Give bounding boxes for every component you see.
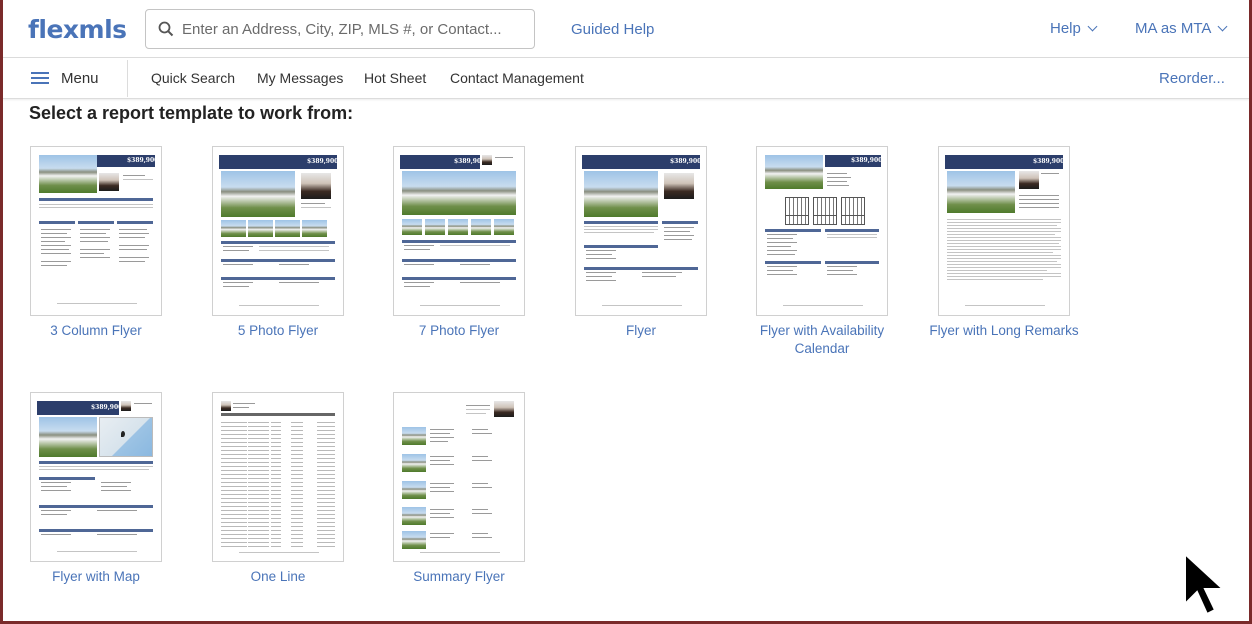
template-thumbnail[interactable]: $389,900 xyxy=(30,146,162,316)
guided-help-link[interactable]: Guided Help xyxy=(571,21,654,38)
thumbnail-price: $389,900 xyxy=(851,157,883,164)
search-box[interactable] xyxy=(145,9,535,49)
help-dropdown[interactable]: Help xyxy=(1050,20,1098,37)
template-label[interactable]: 7 Photo Flyer xyxy=(384,322,534,340)
template-flyer-with-long-remarks[interactable]: $389,900 Flyer with Long Remarks xyxy=(929,146,1079,340)
thumbnail-price: $389,900 xyxy=(1033,158,1065,165)
nav-divider xyxy=(127,60,128,97)
help-label: Help xyxy=(1050,20,1081,37)
app-window: flexmls Guided Help Help MA as MTA Menu … xyxy=(3,0,1249,621)
menu-button[interactable]: Menu xyxy=(31,70,99,87)
template-thumbnail[interactable]: $389,900 xyxy=(30,392,162,562)
template-7-photo-flyer[interactable]: $389,900 7 Photo Flyer xyxy=(393,146,525,340)
template-summary-flyer[interactable]: Summary Flyer xyxy=(393,392,525,586)
nav-contact-management[interactable]: Contact Management xyxy=(450,70,584,86)
map-preview xyxy=(99,417,153,457)
nav-my-messages[interactable]: My Messages xyxy=(257,70,343,86)
menu-label: Menu xyxy=(61,70,99,87)
top-bar: flexmls Guided Help Help MA as MTA xyxy=(3,0,1249,58)
template-label[interactable]: Summary Flyer xyxy=(384,568,534,586)
thumbnail-price: $389,900 xyxy=(454,158,486,165)
nav-hot-sheet[interactable]: Hot Sheet xyxy=(364,70,426,86)
template-label[interactable]: Flyer with Long Remarks xyxy=(929,322,1079,340)
thumbnail-price: $389,900 xyxy=(127,157,159,164)
template-3-column-flyer[interactable]: $389,900 3 Column Flyer xyxy=(30,146,162,340)
template-label[interactable]: Flyer xyxy=(566,322,716,340)
template-label[interactable]: Flyer with Availability Calendar xyxy=(747,322,897,358)
hamburger-icon xyxy=(31,72,49,85)
search-input[interactable] xyxy=(182,18,522,40)
nav-quick-search[interactable]: Quick Search xyxy=(151,70,235,86)
template-thumbnail[interactable] xyxy=(393,392,525,562)
user-dropdown[interactable]: MA as MTA xyxy=(1135,20,1228,37)
thumbnail-price: $389,900 xyxy=(91,404,123,411)
search-icon xyxy=(158,21,174,37)
template-label[interactable]: One Line xyxy=(203,568,353,586)
template-label[interactable]: 3 Column Flyer xyxy=(21,322,171,340)
template-flyer-with-map[interactable]: $389,900 Flyer with Map xyxy=(30,392,162,586)
template-thumbnail[interactable]: $389,900 xyxy=(393,146,525,316)
page-heading: Select a report template to work from: xyxy=(29,103,354,123)
thumbnail-price: $389,900 xyxy=(670,158,702,165)
template-one-line[interactable]: One Line xyxy=(212,392,344,586)
template-thumbnail[interactable]: $389,900 xyxy=(938,146,1070,316)
template-thumbnail[interactable]: $389,900 xyxy=(756,146,888,316)
template-label[interactable]: Flyer with Map xyxy=(21,568,171,586)
mouse-cursor-icon xyxy=(1184,552,1226,616)
chevron-down-icon xyxy=(1087,21,1098,32)
template-thumbnail[interactable]: $389,900 xyxy=(212,146,344,316)
template-thumbnail[interactable] xyxy=(212,392,344,562)
template-flyer-with-availability-calendar[interactable]: $389,900 Flyer with Availability Calenda… xyxy=(756,146,888,358)
table-lines xyxy=(221,419,335,549)
template-label[interactable]: 5 Photo Flyer xyxy=(203,322,353,340)
thumbnail-price: $389,900 xyxy=(307,158,339,165)
chevron-down-icon xyxy=(1217,21,1228,32)
reorder-link[interactable]: Reorder... xyxy=(1159,70,1225,87)
user-label: MA as MTA xyxy=(1135,20,1212,37)
template-5-photo-flyer[interactable]: $389,900 5 Photo Flyer xyxy=(212,146,344,340)
flexmls-logo[interactable]: flexmls xyxy=(28,15,127,44)
nav-bar: Menu Quick Search My Messages Hot Sheet … xyxy=(3,58,1249,99)
template-thumbnail[interactable]: $389,900 xyxy=(575,146,707,316)
template-flyer[interactable]: $389,900 Flyer xyxy=(575,146,707,340)
